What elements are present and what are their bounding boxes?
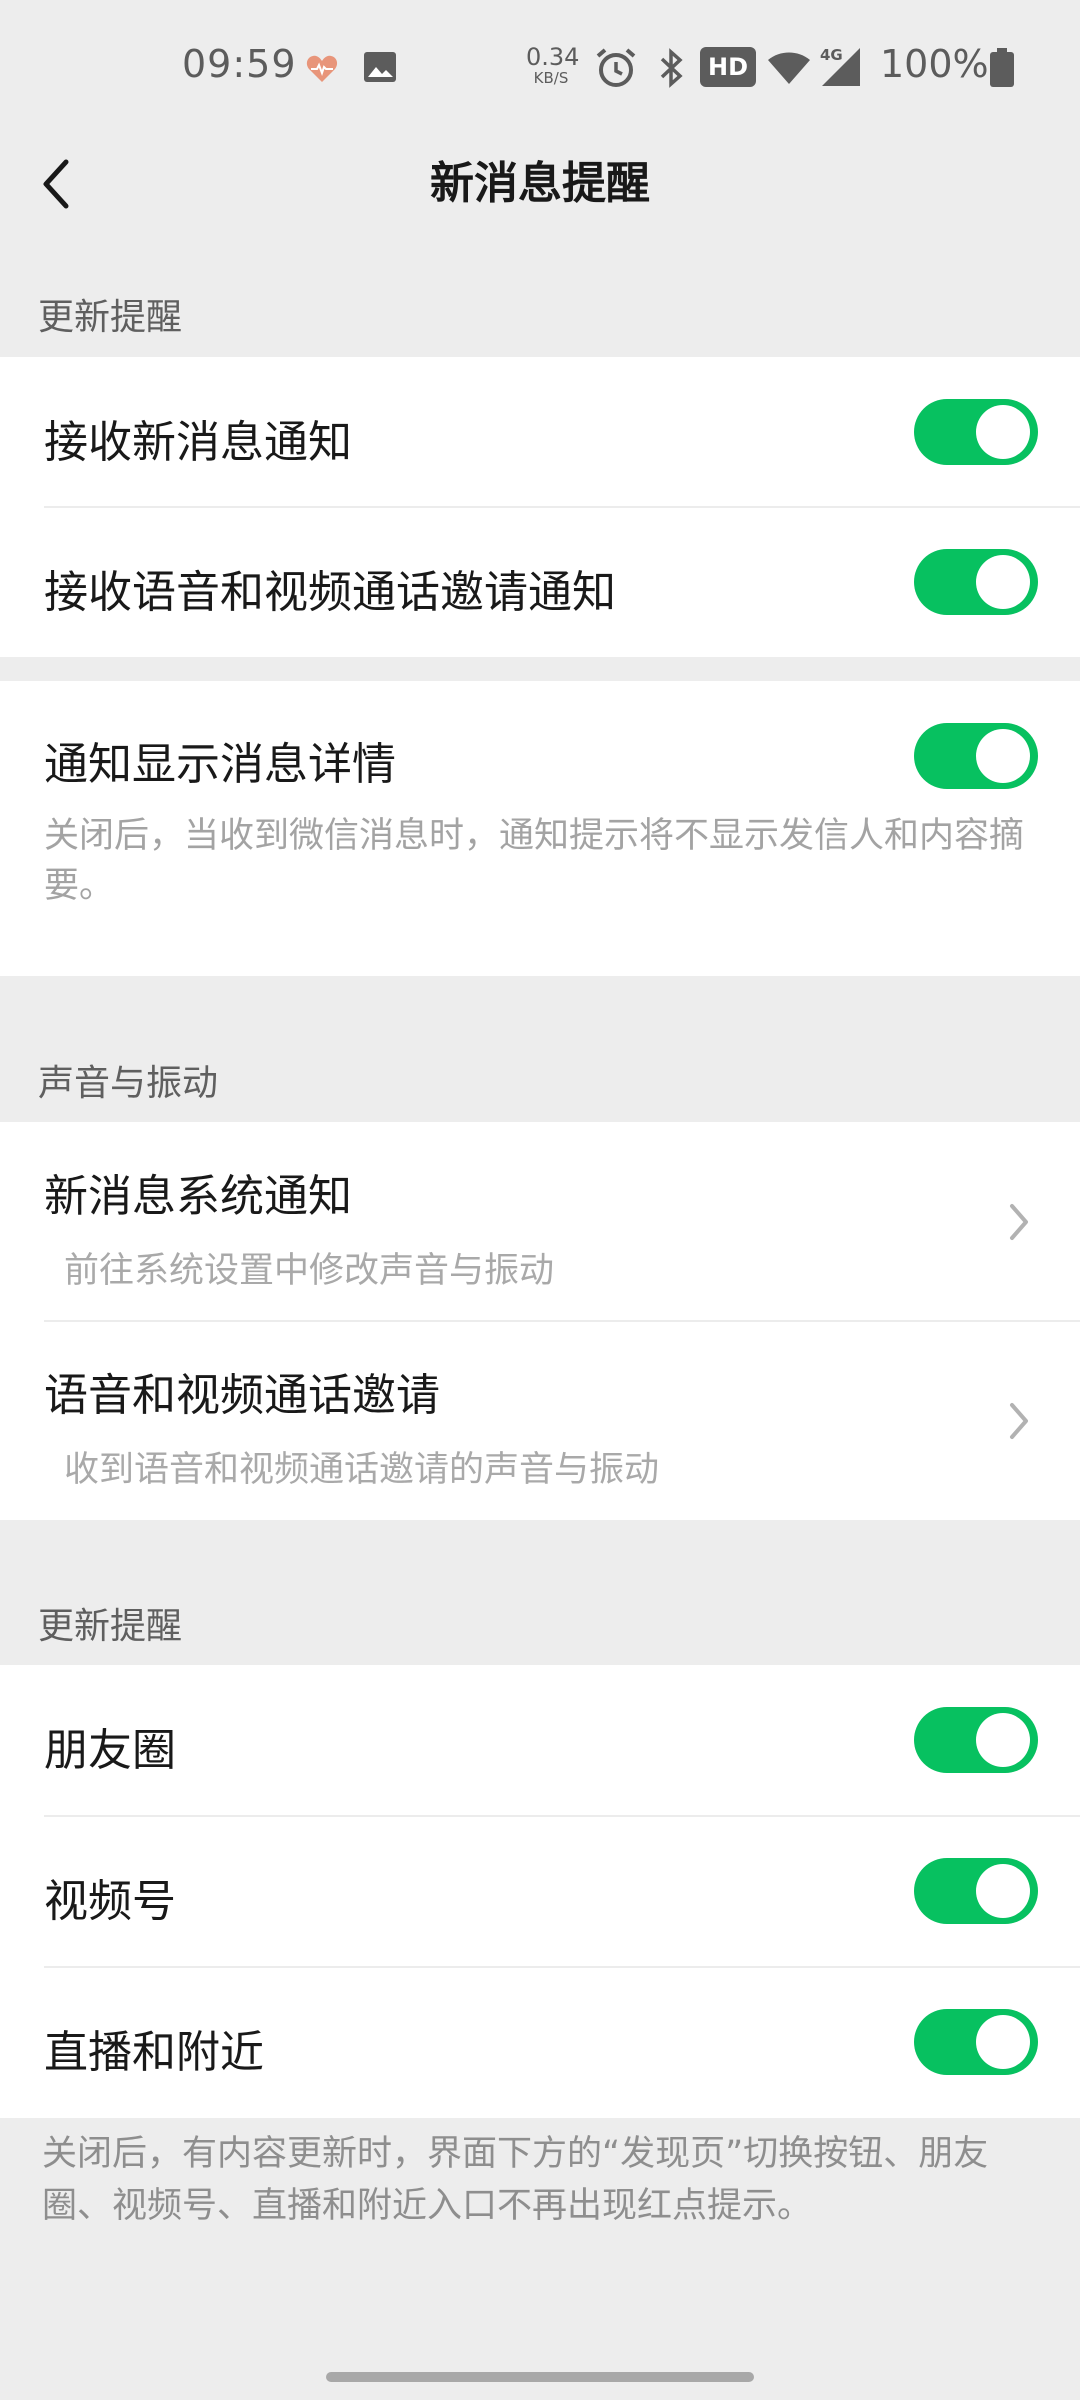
section-title-sound: 声音与振动 (38, 1063, 219, 1104)
net-speed-unit: KB/S (533, 69, 569, 87)
cell-signal-icon: 4G (820, 46, 860, 86)
channels-toggle[interactable] (914, 1858, 1038, 1924)
setting-label: 通知显示消息详情 (44, 739, 396, 790)
network-type-label: 4G (820, 46, 843, 64)
setting-row-show-details[interactable]: 通知显示消息详情 (0, 681, 1080, 831)
chevron-right-icon (1010, 1403, 1028, 1439)
receive-call-invite-toggle[interactable] (914, 549, 1038, 615)
feed-card: 朋友圈 视频号 直播和附近 (0, 1665, 1080, 2118)
wifi-icon (768, 52, 810, 84)
setting-label: 新消息系统通知 (44, 1171, 352, 1222)
setting-label: 直播和附近 (44, 2027, 264, 2078)
setting-row-live-nearby[interactable]: 直播和附近 (0, 1967, 1080, 2118)
net-speed-value: 0.34 (526, 43, 580, 71)
live-nearby-toggle[interactable] (914, 2009, 1038, 2075)
status-time: 09:59 (182, 42, 297, 86)
setting-label: 视频号 (44, 1876, 176, 1927)
toggle-knob (976, 555, 1030, 609)
alarm-icon (596, 48, 636, 87)
setting-sublabel: 收到语音和视频通话邀请的声音与振动 (64, 1450, 660, 1490)
show-details-description: 关闭后，当收到微信消息时，通知提示将不显示发信人和内容摘要。 (44, 816, 1025, 906)
toggle-knob (976, 1864, 1030, 1918)
show-details-toggle[interactable] (914, 723, 1038, 789)
section-title-updates: 更新提醒 (38, 297, 183, 338)
toggle-knob (976, 405, 1030, 459)
page-title: 新消息提醒 (430, 158, 650, 209)
heart-health-icon (306, 55, 338, 82)
status-bar: 09:59 0.34 KB/S HD 4G 100% (0, 0, 1080, 134)
nav-bar: 新消息提醒 (0, 134, 1080, 234)
toggle-knob (976, 1713, 1030, 1767)
setting-row-receive-call-invite[interactable]: 接收语音和视频通话邀请通知 (0, 507, 1080, 657)
setting-row-call-invite-sound[interactable]: 语音和视频通话邀请 收到语音和视频通话邀请的声音与振动 (0, 1321, 1080, 1520)
hd-badge: HD (700, 47, 756, 87)
settings-page: 09:59 0.34 KB/S HD 4G 100% 新消息提醒 更新提醒 接收… (0, 0, 1080, 2400)
setting-row-moments[interactable]: 朋友圈 (0, 1665, 1080, 1816)
setting-row-system-notify[interactable]: 新消息系统通知 前往系统设置中修改声音与振动 (0, 1122, 1080, 1321)
setting-label: 语音和视频通话邀请 (44, 1370, 440, 1421)
image-icon (364, 52, 396, 82)
notification-card: 接收新消息通知 接收语音和视频通话邀请通知 (0, 357, 1080, 657)
network-speed: 0.34 KB/S (526, 43, 580, 87)
sound-card: 新消息系统通知 前往系统设置中修改声音与振动 语音和视频通话邀请 收到语音和视频… (0, 1122, 1080, 1520)
section-title-feed: 更新提醒 (38, 1606, 183, 1647)
setting-label: 朋友圈 (44, 1725, 176, 1776)
toggle-knob (976, 2015, 1030, 2069)
moments-toggle[interactable] (914, 1707, 1038, 1773)
toggle-knob (976, 729, 1030, 783)
setting-label: 接收新消息通知 (44, 417, 352, 468)
receive-new-msg-toggle[interactable] (914, 399, 1038, 465)
setting-row-channels[interactable]: 视频号 (0, 1816, 1080, 1967)
home-indicator[interactable] (326, 2372, 754, 2382)
setting-row-receive-new-msg[interactable]: 接收新消息通知 (0, 357, 1080, 507)
feed-description: 关闭后，有内容更新时，界面下方的“发现页”切换按钮、朋友圈、视频号、直播和附近入… (42, 2134, 989, 2226)
battery-percent: 100% (880, 42, 989, 86)
chevron-right-icon (1010, 1204, 1028, 1240)
setting-sublabel: 前往系统设置中修改声音与振动 (64, 1251, 555, 1291)
details-card: 通知显示消息详情 关闭后，当收到微信消息时，通知提示将不显示发信人和内容摘要。 (0, 681, 1080, 976)
battery-icon (990, 48, 1014, 87)
setting-label: 接收语音和视频通话邀请通知 (44, 567, 616, 618)
bluetooth-icon (660, 48, 683, 88)
